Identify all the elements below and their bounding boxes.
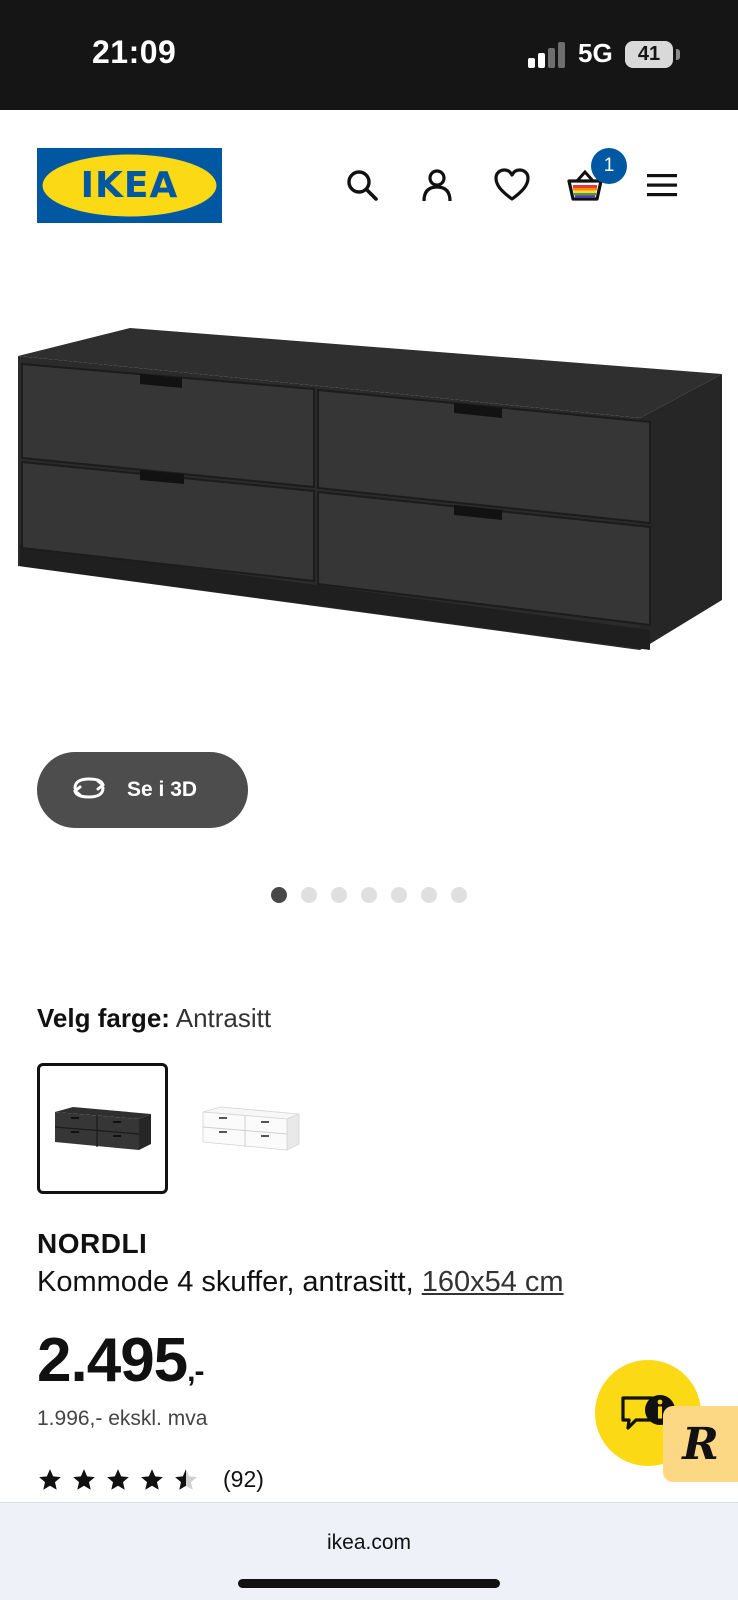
view-in-3d-label: Se i 3D — [127, 778, 198, 801]
rotate-3d-icon — [69, 774, 109, 807]
gallery-dot-4[interactable] — [361, 887, 377, 903]
gallery-dot-1[interactable] — [271, 887, 287, 903]
product-description: Kommode 4 skuffer, antrasitt, 160x54 cm — [37, 1266, 564, 1299]
star-icon — [107, 1468, 129, 1490]
logo-text: IKEA — [80, 165, 179, 206]
network-label: 5G — [578, 38, 613, 68]
product-image[interactable] — [0, 300, 738, 770]
color-label: Velg farge: — [37, 1003, 170, 1033]
rating[interactable]: (92) — [37, 1466, 264, 1493]
cart-count-badge: 1 — [591, 148, 627, 184]
status-bar: 21:09 5G 41 — [0, 0, 738, 110]
gallery-pagination — [271, 887, 467, 903]
url-text: ikea.com — [326, 1531, 412, 1554]
view-in-3d-button[interactable]: Se i 3D — [37, 752, 248, 828]
review-count: (92) — [223, 1466, 264, 1492]
swatch-antrasitt[interactable] — [37, 1063, 168, 1194]
battery-icon: 41 — [625, 41, 673, 68]
browser-address-bar[interactable]: ikea.com — [0, 1502, 738, 1600]
star-icon — [141, 1468, 163, 1490]
color-heading: Velg farge: Antrasitt — [37, 1003, 271, 1034]
product-name: NORDLI — [37, 1228, 148, 1259]
gallery-dot-6[interactable] — [421, 887, 437, 903]
star-half-icon — [175, 1468, 197, 1490]
price-ex-vat: 1.996,- ekskl. mva — [37, 1407, 208, 1430]
ikea-logo[interactable]: IKEA — [37, 148, 222, 223]
gallery-dot-2[interactable] — [301, 887, 317, 903]
signal-icon — [528, 42, 566, 68]
account-icon[interactable] — [415, 163, 459, 207]
size-link[interactable]: 160x54 cm — [422, 1266, 564, 1298]
gallery-dot-3[interactable] — [331, 887, 347, 903]
price-value: 2.495 — [37, 1326, 188, 1395]
star-icon — [39, 1468, 61, 1490]
gallery-dot-7[interactable] — [451, 887, 467, 903]
swatch-white[interactable] — [185, 1063, 316, 1194]
extension-r-badge[interactable]: R — [663, 1406, 738, 1482]
status-time: 21:09 — [92, 34, 177, 70]
price-suffix: ,- — [187, 1355, 204, 1388]
product-description-text: Kommode 4 skuffer, antrasitt, — [37, 1266, 422, 1298]
heart-icon[interactable] — [490, 163, 534, 207]
menu-icon[interactable] — [640, 163, 684, 207]
battery-tip — [676, 49, 680, 60]
home-indicator[interactable] — [238, 1579, 500, 1588]
gallery-dot-5[interactable] — [391, 887, 407, 903]
search-icon[interactable] — [340, 163, 384, 207]
price: 2.495,- — [37, 1325, 205, 1396]
color-value: Antrasitt — [175, 1003, 272, 1033]
star-icon — [73, 1468, 95, 1490]
